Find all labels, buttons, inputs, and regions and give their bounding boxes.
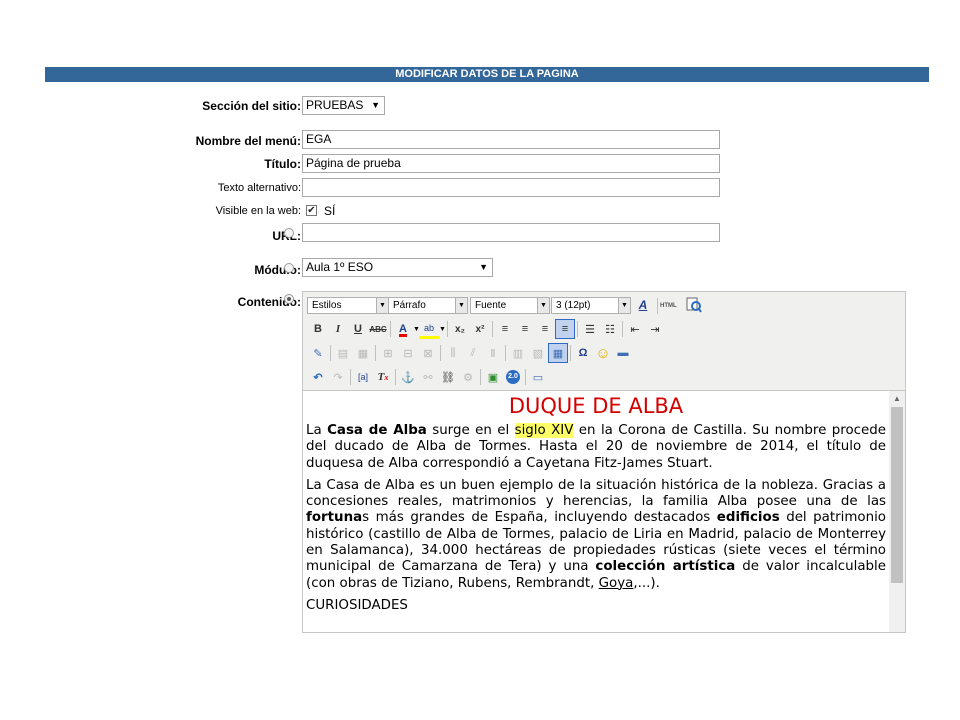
module-select-value: Aula 1º ESO (306, 260, 374, 274)
scrollbar-thumb[interactable] (891, 407, 903, 583)
section-select-value: PRUEBAS (306, 98, 364, 112)
content-paragraph-1: La Casa de Alba surge en el siglo XIV en… (306, 423, 886, 471)
chevron-down-icon: ▼ (618, 298, 630, 313)
chevron-down-icon: ▼ (479, 262, 488, 272)
menu-name-label: Nombre del menú: (195, 134, 301, 148)
url-radio[interactable] (284, 228, 294, 238)
bold-icon[interactable]: B (308, 319, 328, 339)
strikethrough-icon[interactable]: ABC (368, 319, 388, 339)
insert-col-before-icon: ⫼ (450, 346, 456, 359)
highlight-color-icon[interactable]: ab (419, 319, 439, 339)
flash-icon[interactable]: 2.0 (503, 367, 523, 387)
title-input[interactable]: Página de prueba (302, 154, 720, 173)
italic-icon[interactable]: I (328, 319, 348, 339)
chevron-down-icon: ▼ (376, 298, 388, 313)
select-all-icon[interactable]: [a] (353, 367, 373, 387)
horizontal-rule-icon[interactable]: ▬ (613, 343, 633, 363)
font-select[interactable]: Fuente ▼ (470, 297, 550, 314)
special-char-icon[interactable]: Ω (573, 343, 593, 363)
superscript-icon[interactable]: x² (470, 319, 490, 339)
rich-text-editor[interactable]: Estilos ▼ Párrafo ▼ Fuente ▼ 3 (12pt) ▼ A HT… (302, 291, 906, 633)
module-label: Módulo: (254, 263, 301, 277)
insert-row-after-icon: ⊟ (403, 347, 413, 360)
align-justify-icon[interactable]: ≡ (555, 319, 575, 339)
anchor-icon[interactable]: ⚓ (398, 367, 418, 387)
module-radio[interactable] (284, 263, 294, 273)
indent-icon[interactable]: ⇥ (645, 319, 665, 339)
outdent-icon[interactable]: ⇤ (625, 319, 645, 339)
scroll-up-icon[interactable]: ▲ (889, 391, 905, 406)
format-select[interactable]: Párrafo ▼ (388, 297, 468, 314)
undo-icon[interactable]: ↶ (308, 367, 328, 387)
menu-name-input[interactable]: EGA (302, 130, 720, 149)
content-paragraph-2: La Casa de Alba es un buen ejemplo de la… (306, 477, 887, 591)
alt-text-label: Texto alternativo: (217, 182, 301, 194)
style-select-value: Estilos (312, 300, 342, 311)
insert-table-icon[interactable]: ▦ (548, 343, 568, 363)
merge-cells-icon: ▧ (532, 347, 544, 360)
template-icon[interactable]: ▭ (528, 367, 548, 387)
size-select-value: 3 (12pt) (556, 300, 591, 311)
section-label: Sección del sitio: (202, 99, 301, 113)
format-select-value: Párrafo (393, 300, 426, 311)
html-button[interactable]: HTML (660, 299, 677, 313)
delete-row-icon: ⊠ (423, 347, 433, 360)
content-heading: DUQUE DE ALBA (508, 394, 684, 418)
table-row-props-icon: ▤ (337, 347, 349, 360)
remove-format-icon[interactable]: Tx (373, 367, 393, 387)
align-right-icon[interactable]: ≡ (535, 319, 555, 339)
delete-col-icon: Ⅱ (490, 347, 496, 360)
font-select-value: Fuente (475, 300, 507, 311)
url-input[interactable] (302, 223, 720, 242)
bullet-list-icon[interactable]: ☰ (580, 319, 600, 339)
module-select[interactable]: Aula 1º ESO ▼ (302, 258, 493, 277)
content-radio[interactable] (284, 294, 294, 304)
redo-icon: ↷ (333, 371, 343, 384)
text-color-icon[interactable]: A (393, 319, 413, 339)
highlight-dropdown-icon[interactable]: ▼ (439, 326, 446, 333)
edit-table-icon[interactable]: ✎ (308, 343, 328, 363)
unlink-icon: ⚯ (423, 371, 433, 384)
subscript-icon[interactable]: x₂ (450, 319, 470, 339)
size-select[interactable]: 3 (12pt) ▼ (551, 297, 631, 314)
align-center-icon[interactable]: ≡ (515, 319, 535, 339)
insert-col-after-icon: ⫽ (470, 346, 476, 359)
link-icon[interactable]: ⛓ (438, 367, 458, 387)
split-cells-icon: ▥ (512, 347, 524, 360)
font-style-icon[interactable]: A (634, 297, 652, 314)
style-select[interactable]: Estilos ▼ (307, 297, 389, 314)
editor-content[interactable]: DUQUE DE ALBA La Casa de Alba surge en e… (303, 391, 889, 632)
chevron-down-icon: ▼ (455, 298, 467, 313)
editor-toolbar: Estilos ▼ Párrafo ▼ Fuente ▼ 3 (12pt) ▼ A HT… (303, 292, 905, 391)
content-paragraph-3: CURIOSIDADES (306, 597, 408, 613)
visible-checkbox[interactable]: ✔ (306, 205, 317, 216)
image-icon[interactable]: ▣ (483, 367, 503, 387)
alt-text-input[interactable] (302, 178, 720, 197)
preview-icon[interactable] (686, 297, 702, 313)
table-cell-props-icon: ▦ (357, 347, 369, 360)
image-map-icon: ⚙ (463, 371, 473, 384)
title-label: Título: (264, 157, 301, 171)
visible-checkbox-text: SÍ (324, 204, 336, 218)
visible-label: Visible en la web: (215, 205, 301, 217)
underline-icon[interactable]: U (348, 319, 368, 339)
editor-scrollbar[interactable]: ▲ (889, 391, 905, 632)
numbered-list-icon[interactable]: ☷ (600, 319, 620, 339)
insert-row-before-icon: ⊞ (383, 347, 393, 360)
page-header-banner: MODIFICAR DATOS DE LA PAGINA (45, 67, 929, 82)
chevron-down-icon: ▼ (537, 298, 549, 313)
chevron-down-icon: ▼ (371, 100, 380, 110)
align-left-icon[interactable]: ≡ (495, 319, 515, 339)
section-select[interactable]: PRUEBAS ▼ (302, 96, 385, 115)
emoticon-icon[interactable]: ☺ (593, 343, 613, 363)
